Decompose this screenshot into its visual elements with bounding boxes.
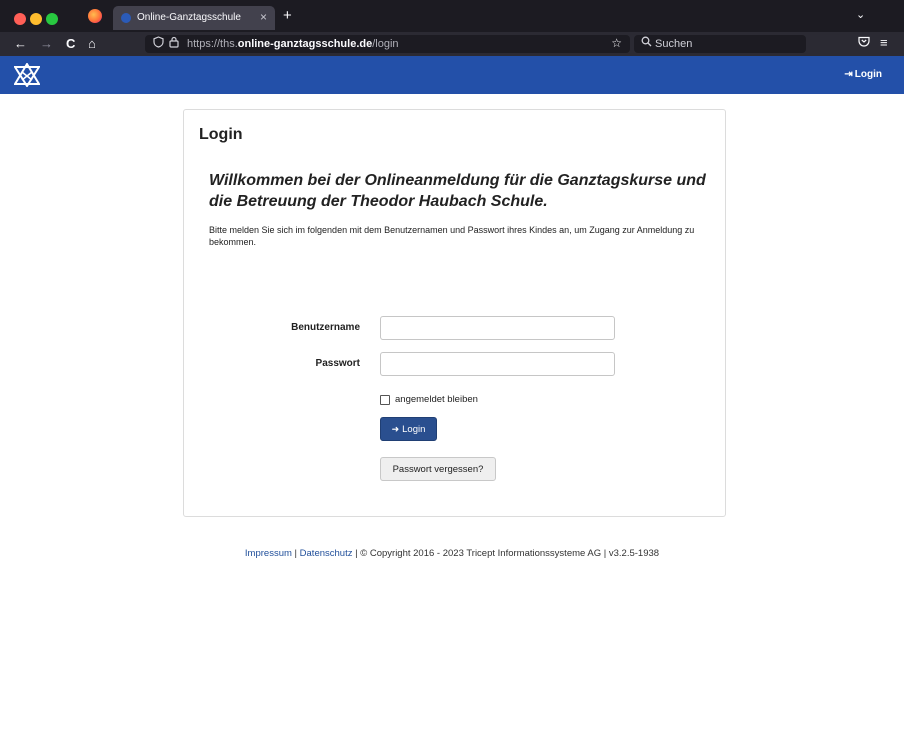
minimize-window-button[interactable] — [30, 13, 42, 25]
bookmark-star-icon[interactable]: ☆ — [611, 36, 622, 50]
welcome-line-1: Willkommen bei der Onlineanmeldung für d… — [209, 172, 706, 189]
search-icon — [641, 36, 652, 50]
app-header: ⇥ Login — [0, 56, 904, 94]
home-icon[interactable]: ⌂ — [88, 36, 96, 51]
sign-in-icon: ➜ — [391, 423, 400, 434]
datenschutz-link[interactable]: Datenschutz — [300, 548, 353, 559]
card-title: Login — [199, 126, 243, 143]
close-window-button[interactable] — [14, 13, 26, 25]
welcome-line-2: die Betreuung der Theodor Haubach Schule… — [209, 193, 548, 210]
firefox-icon — [88, 9, 102, 23]
password-label: Passwort — [315, 358, 360, 369]
shield-icon[interactable] — [153, 36, 164, 51]
page-footer: Impressum | Datenschutz | © Copyright 20… — [0, 548, 904, 559]
url-text: https://ths.online-ganztagsschule.de/log… — [187, 38, 399, 50]
username-label: Benutzername — [291, 322, 360, 333]
intro-text: Bitte melden Sie sich im folgenden mit d… — [209, 225, 695, 247]
remember-checkbox[interactable] — [380, 394, 390, 405]
remember-me[interactable]: angemeldet bleiben — [380, 394, 478, 405]
login-card: Login Willkommen bei der Onlineanmeldung… — [183, 109, 726, 517]
username-input[interactable] — [380, 316, 615, 340]
sign-in-icon: ⇥ — [844, 69, 853, 80]
lock-icon[interactable] — [169, 36, 179, 51]
browser-nav-bar: ← → C ⌂ https://ths.online-ganztagsschul… — [0, 32, 904, 56]
impressum-link[interactable]: Impressum — [245, 548, 292, 559]
back-icon[interactable]: ← — [14, 36, 27, 51]
login-button-label: Login — [402, 423, 426, 435]
password-input[interactable] — [380, 352, 615, 376]
browser-tab-bar: Online-Ganztagsschule × + ⌄ — [0, 0, 904, 32]
url-host: online-ganztagsschule.de — [237, 38, 373, 50]
login-button[interactable]: ➜ Login — [380, 417, 437, 441]
list-tabs-icon[interactable]: ⌄ — [856, 8, 865, 21]
url-bar[interactable]: https://ths.online-ganztagsschule.de/log… — [145, 35, 630, 53]
browser-search-bar[interactable]: Suchen — [634, 35, 806, 53]
favicon-icon — [121, 13, 131, 23]
url-prefix: https://ths. — [187, 38, 238, 50]
forgot-password-button[interactable]: Passwort vergessen? — [380, 457, 496, 481]
welcome-heading: Willkommen bei der Onlineanmeldung für d… — [209, 170, 709, 212]
pocket-icon[interactable] — [858, 36, 870, 50]
school-logo-icon[interactable] — [13, 62, 41, 88]
search-placeholder: Suchen — [655, 38, 693, 50]
tab-close-icon[interactable]: × — [260, 10, 267, 24]
browser-tab[interactable]: Online-Ganztagsschule × — [113, 6, 275, 30]
new-tab-button[interactable]: + — [283, 7, 292, 24]
hamburger-menu-icon[interactable]: ≡ — [880, 35, 888, 50]
reload-icon[interactable]: C — [66, 36, 75, 51]
maximize-window-button[interactable] — [46, 13, 58, 25]
footer-separator: | — [291, 548, 300, 559]
forward-icon[interactable]: → — [40, 36, 53, 51]
header-login-label: Login — [854, 69, 882, 80]
url-path: /login — [372, 38, 399, 50]
copyright-text: | © Copyright 2016 - 2023 Tricept Inform… — [352, 548, 660, 559]
header-login-link[interactable]: ⇥ Login — [844, 69, 882, 80]
remember-label: angemeldet bleiben — [395, 394, 478, 405]
tab-title: Online-Ganztagsschule — [137, 12, 241, 23]
